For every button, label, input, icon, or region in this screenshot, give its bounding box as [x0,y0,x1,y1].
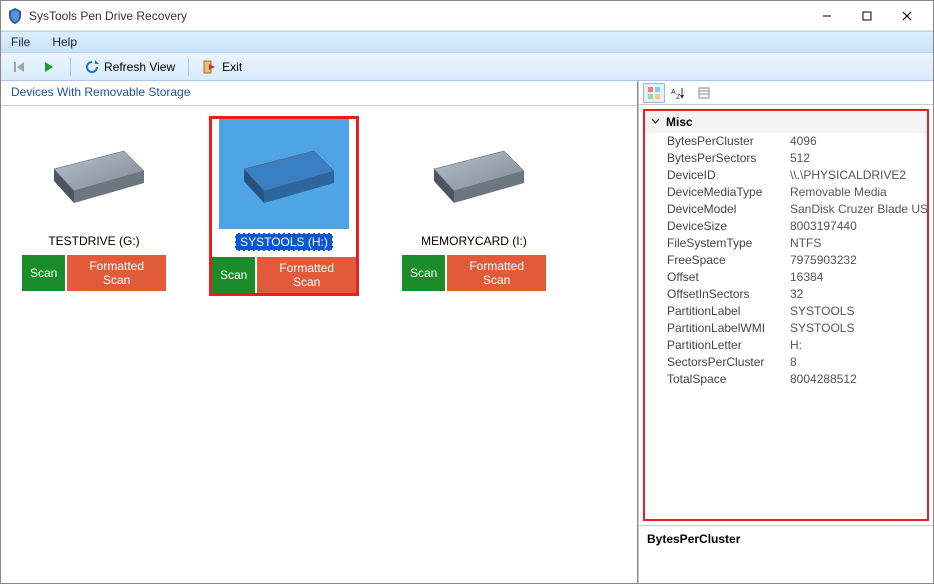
property-row[interactable]: BytesPerSectors512 [645,150,927,167]
property-row[interactable]: DeviceMediaTypeRemovable Media [645,184,927,201]
property-value: 512 [790,150,927,167]
exit-icon [202,59,218,75]
play-icon [41,59,57,75]
property-value: NTFS [790,235,927,252]
property-key: DeviceModel [645,201,790,218]
property-key: FreeSpace [645,252,790,269]
categorized-button[interactable] [643,83,665,103]
property-row[interactable]: Offset16384 [645,269,927,286]
property-value: 7975903232 [790,252,927,269]
property-value: H: [790,337,927,354]
devices-panel: Devices With Removable Storage TESTDRIVE… [1,81,638,583]
group-title: Misc [666,115,693,129]
formatted-scan-button[interactable]: Formatted Scan [67,255,166,291]
property-key: SectorsPerCluster [645,354,790,371]
device-card[interactable]: MEMORYCARD (I:) ScanFormatted Scan [399,116,549,296]
nav-first-button[interactable] [7,57,31,77]
scan-button[interactable]: Scan [22,255,65,291]
property-key: BytesPerCluster [645,133,790,150]
property-row[interactable]: OffsetInSectors32 [645,286,927,303]
property-key: DeviceSize [645,218,790,235]
refresh-label: Refresh View [104,60,175,74]
formatted-scan-button[interactable]: Formatted Scan [447,255,546,291]
property-key: PartitionLabel [645,303,790,320]
close-button[interactable] [887,3,927,29]
menubar: File Help [1,31,933,53]
nav-play-button[interactable] [37,57,61,77]
property-row[interactable]: BytesPerCluster4096 [645,133,927,150]
toolbar-separator [70,58,71,76]
device-label: TESTDRIVE (G:) [44,233,143,249]
device-label: MEMORYCARD (I:) [417,233,531,249]
device-label: SYSTOOLS (H:) [235,233,333,251]
skip-first-icon [11,59,27,75]
scan-button[interactable]: Scan [212,257,255,293]
chevron-down-icon [651,116,660,128]
property-value: \\.\PHYSICALDRIVE2 [790,167,927,184]
formatted-scan-button[interactable]: Formatted Scan [257,257,356,293]
property-key: PartitionLetter [645,337,790,354]
window-title: SysTools Pen Drive Recovery [29,9,187,23]
property-value: SYSTOOLS [790,320,927,337]
property-value: SYSTOOLS [790,303,927,320]
property-value: 8004288512 [790,371,927,388]
description-title: BytesPerCluster [647,532,925,546]
property-group-header[interactable]: Misc [645,111,927,133]
property-row[interactable]: PartitionLabelWMISYSTOOLS [645,320,927,337]
property-value: 16384 [790,269,927,286]
property-key: Offset [645,269,790,286]
alphabetical-button[interactable]: AZ [667,83,689,103]
svg-text:Z: Z [676,94,681,100]
refresh-icon [84,59,100,75]
device-grid: TESTDRIVE (G:)ScanFormatted Scan SYSTOOL… [1,106,637,306]
drive-icon [219,119,349,229]
property-key: FileSystemType [645,235,790,252]
toolbar: Refresh View Exit [1,53,933,81]
property-row[interactable]: DeviceID\\.\PHYSICALDRIVE2 [645,167,927,184]
property-row[interactable]: PartitionLabelSYSTOOLS [645,303,927,320]
refresh-button[interactable]: Refresh View [80,57,179,77]
exit-label: Exit [222,60,242,74]
app-logo-icon [7,8,23,24]
titlebar: SysTools Pen Drive Recovery [1,1,933,31]
minimize-button[interactable] [807,3,847,29]
property-grid[interactable]: BytesPerCluster4096BytesPerSectors512Dev… [645,133,927,519]
drive-icon [29,119,159,229]
maximize-button[interactable] [847,3,887,29]
property-value: 8003197440 [790,218,927,235]
menu-help[interactable]: Help [48,33,81,51]
property-row[interactable]: PartitionLetterH: [645,337,927,354]
properties-panel: AZ Misc BytesPerCluster4096BytesPerSecto… [638,81,933,583]
property-key: BytesPerSectors [645,150,790,167]
toolbar-separator [188,58,189,76]
menu-file[interactable]: File [7,33,34,51]
property-value: 4096 [790,133,927,150]
property-value: 8 [790,354,927,371]
property-key: DeviceMediaType [645,184,790,201]
properties-toolbar: AZ [639,81,933,105]
property-value: 32 [790,286,927,303]
device-card[interactable]: TESTDRIVE (G:) ScanFormatted Scan [19,116,169,296]
device-card[interactable]: SYSTOOLS (H:) ScanFormatted Scan [209,116,359,296]
description-pane: BytesPerCluster [639,525,933,583]
property-row[interactable]: DeviceSize8003197440 [645,218,927,235]
drive-icon [409,119,539,229]
property-row[interactable]: FileSystemTypeNTFS [645,235,927,252]
property-key: DeviceID [645,167,790,184]
property-row[interactable]: TotalSpace8004288512 [645,371,927,388]
property-key: PartitionLabelWMI [645,320,790,337]
property-pages-button[interactable] [693,83,715,103]
property-row[interactable]: SectorsPerCluster8 [645,354,927,371]
property-row[interactable]: DeviceModelSanDisk Cruzer Blade USB Devi [645,201,927,218]
exit-button[interactable]: Exit [198,57,246,77]
scan-button[interactable]: Scan [402,255,445,291]
devices-panel-header: Devices With Removable Storage [1,81,637,106]
property-value: Removable Media [790,184,927,201]
property-value: SanDisk Cruzer Blade USB Devi [790,201,927,218]
property-key: OffsetInSectors [645,286,790,303]
property-key: TotalSpace [645,371,790,388]
property-row[interactable]: FreeSpace7975903232 [645,252,927,269]
